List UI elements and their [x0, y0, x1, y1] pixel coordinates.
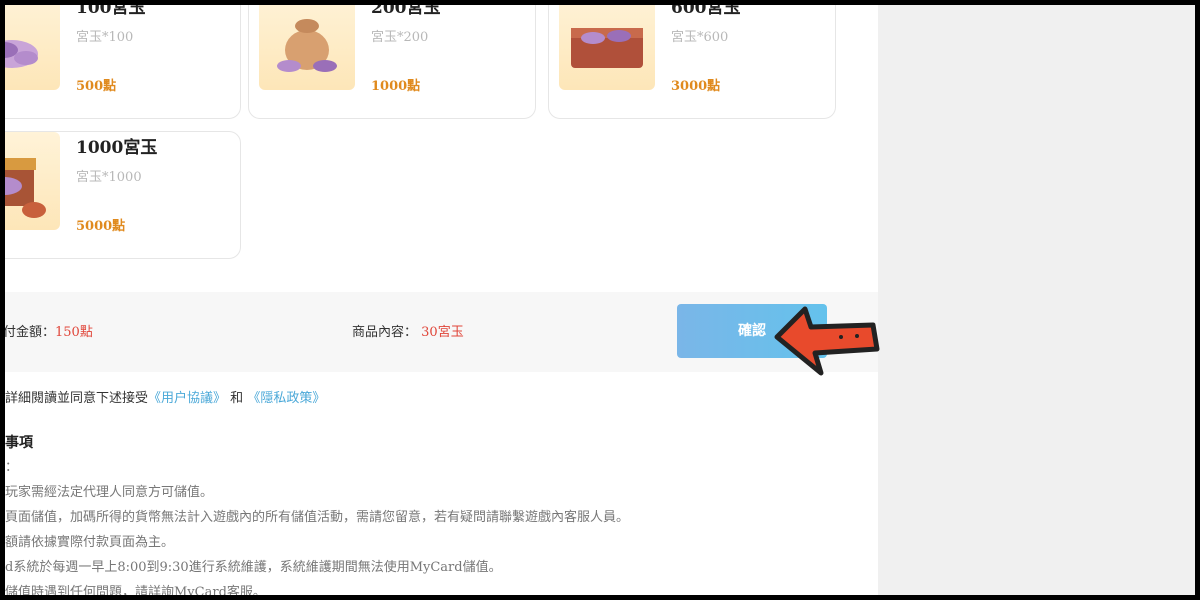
product-name: 100宮玉	[76, 5, 146, 18]
order-summary: 付金額：150點 商品內容： 30宮玉 確認	[5, 292, 878, 372]
payment-amount: 付金額：150點	[5, 321, 93, 340]
screenshot-frame: 100宮玉 宮玉*100 500點 200宮玉 宮玉*200 1000點 600…	[5, 5, 1195, 595]
jade-treasure-icon	[5, 40, 38, 68]
note-line: d系統於每週一早上8:00到9:30進行系統維護，系統維護期間無法使用MyCar…	[5, 560, 502, 575]
product-image	[5, 5, 60, 90]
product-content-label: 商品內容：	[352, 325, 418, 340]
pointing-arrow-icon	[774, 306, 880, 376]
product-content-value: 30宮玉	[421, 325, 464, 340]
agreement-and: 和	[230, 391, 244, 406]
product-price: 1000點	[371, 79, 421, 94]
agreement-text: 詳細閱讀並同意下述接受《用户協議》 和 《隱私政策》	[5, 387, 325, 406]
product-price: 5000點	[76, 219, 126, 234]
note-line: 儲值時遇到任何問題，請詳詢MyCard客服。	[5, 585, 266, 595]
product-price: 3000點	[671, 79, 721, 94]
product-content: 宮玉*600	[671, 30, 729, 45]
product-content: 宮玉*200	[371, 30, 429, 45]
note-line: 頁面儲值，加碼所得的貨幣無法計入遊戲內的所有儲值活動，需請您留意，若有疑問請聯繫…	[5, 510, 630, 525]
product-card-1000[interactable]: 1000宮玉 宮玉*1000 5000點	[5, 131, 241, 259]
product-price: 500點	[76, 79, 117, 94]
notes-title: 事項	[5, 435, 33, 451]
product-content-summary: 商品內容： 30宮玉	[352, 321, 464, 340]
privacy-policy-link[interactable]: 《隱私政策》	[247, 391, 325, 406]
product-content: 宮玉*1000	[76, 170, 142, 185]
store-page: 100宮玉 宮玉*100 500點 200宮玉 宮玉*200 1000點 600…	[5, 5, 878, 595]
product-name: 200宮玉	[371, 5, 441, 18]
product-content: 宮玉*100	[76, 30, 134, 45]
product-image	[5, 132, 60, 230]
jade-treasure-icon	[5, 158, 46, 218]
agreement-prefix: 詳細閱讀並同意下述接受	[5, 391, 149, 406]
product-image	[259, 5, 355, 90]
product-card-100[interactable]: 100宮玉 宮玉*100 500點	[5, 5, 241, 119]
jade-treasure-icon	[571, 28, 643, 68]
product-name: 600宮玉	[671, 5, 741, 18]
payment-amount-value: 150點	[55, 325, 93, 340]
jade-treasure-icon	[277, 19, 337, 72]
payment-amount-label: 付金額：	[5, 325, 56, 340]
product-card-600[interactable]: 600宮玉 宮玉*600 3000點	[548, 5, 836, 119]
user-agreement-link[interactable]: 《用户協議》	[148, 391, 226, 406]
note-line: ：	[5, 460, 19, 475]
product-name: 1000宮玉	[76, 138, 158, 158]
product-image	[559, 5, 655, 90]
note-line: 額請依據實際付款頁面為主。	[5, 535, 175, 550]
note-line: 玩家需經法定代理人同意方可儲值。	[5, 485, 214, 500]
product-card-200[interactable]: 200宮玉 宮玉*200 1000點	[248, 5, 536, 119]
